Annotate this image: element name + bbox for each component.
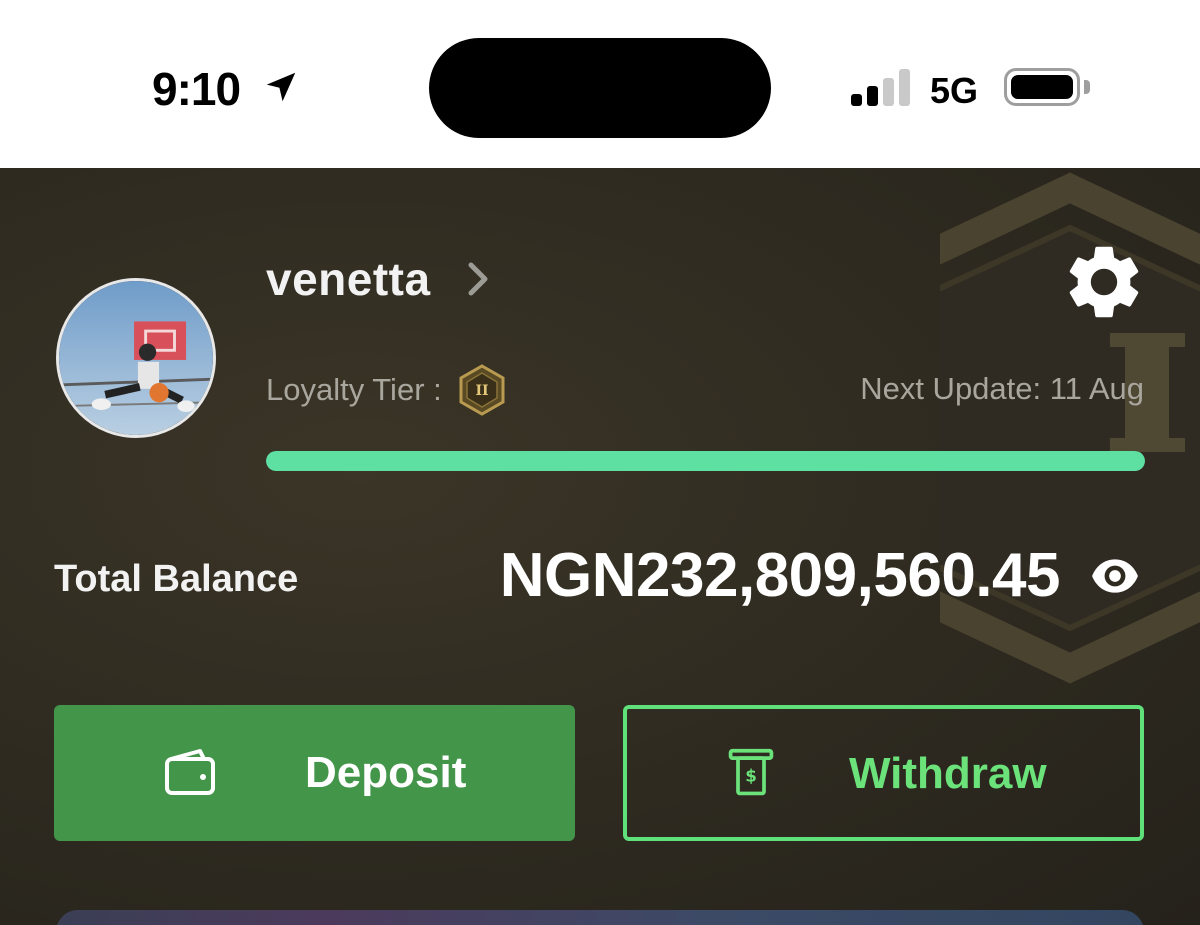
total-balance-label: Total Balance: [54, 558, 299, 600]
deposit-label: Deposit: [305, 748, 467, 797]
avatar[interactable]: [56, 278, 216, 438]
status-bar: 9:10 5G: [0, 0, 1200, 168]
network-type: 5G: [930, 70, 979, 111]
gear-icon[interactable]: [1060, 238, 1148, 326]
username-link[interactable]: venetta: [266, 252, 491, 306]
cash-withdraw-icon: $: [728, 748, 774, 796]
tier-badge-icon: II: [459, 364, 505, 416]
loyalty-tier-label: Loyalty Tier :: [266, 372, 442, 407]
loyalty-tier-row: Loyalty Tier : II: [266, 364, 506, 416]
wallet-icon: [165, 749, 215, 795]
avatar-photo-icon: [59, 281, 213, 435]
status-time: 9:10: [152, 63, 241, 115]
withdraw-label: Withdraw: [849, 749, 1047, 798]
cellular-signal-icon: [851, 68, 913, 106]
total-balance-amount: NGN232,809,560.45: [499, 541, 1061, 610]
next-update-text: Next Update: 11 Aug: [860, 371, 1144, 406]
withdraw-button[interactable]: $ Withdraw: [623, 705, 1144, 841]
dynamic-island: [429, 38, 771, 138]
username: venetta: [266, 253, 431, 305]
tier-badge-text: II: [475, 383, 488, 399]
battery-icon: [1004, 68, 1080, 106]
promo-banner[interactable]: [56, 910, 1144, 925]
account-header: venetta Loyalty Tier : II Next Update: 1…: [0, 168, 1200, 925]
tier-progress-bar: [266, 451, 1145, 471]
eye-icon[interactable]: [1090, 556, 1140, 596]
svg-text:$: $: [745, 765, 757, 785]
chevron-right-icon: [468, 262, 488, 296]
location-arrow-icon: [266, 72, 296, 102]
deposit-button[interactable]: Deposit: [54, 705, 575, 841]
tier-progress-fill: [266, 451, 1145, 471]
battery-cap: [1084, 80, 1090, 94]
